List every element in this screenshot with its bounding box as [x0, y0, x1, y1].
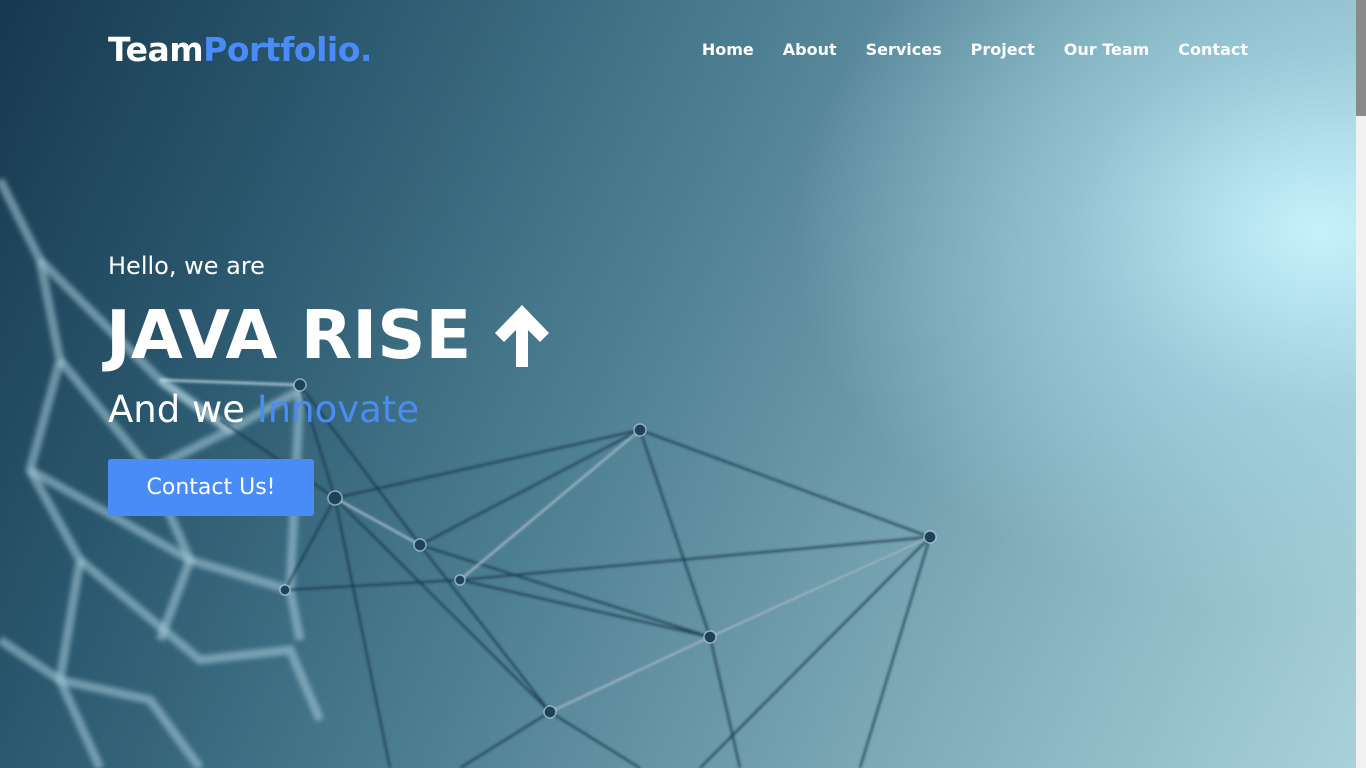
logo-main-text: Team [108, 30, 204, 69]
nav-contact-link[interactable]: Contact [1178, 40, 1248, 59]
nav-project-link[interactable]: Project [971, 40, 1035, 59]
nav-home-link[interactable]: Home [702, 40, 754, 59]
network-background-image [0, 177, 937, 768]
hero-section: TeamPortfolio. Home About Services Proje… [0, 0, 1366, 768]
hero-greeting: Hello, we are [108, 252, 265, 280]
page-scrollbar[interactable] [1356, 0, 1366, 768]
arrow-up-icon [491, 301, 553, 369]
contact-us-button[interactable]: Contact Us! [108, 459, 314, 516]
nav-our-team-link[interactable]: Our Team [1064, 40, 1150, 59]
nav-services-link[interactable]: Services [866, 40, 942, 59]
hero-headline-text: JAVA RISE [106, 296, 472, 374]
hero-tagline: And we Innovate [108, 388, 419, 431]
main-nav: Home About Services Project Our Team Con… [702, 40, 1248, 59]
site-logo[interactable]: TeamPortfolio. [108, 30, 372, 69]
tagline-accent: Innovate [256, 388, 420, 431]
nav-about-link[interactable]: About [783, 40, 837, 59]
logo-accent-text: Portfolio. [203, 30, 372, 69]
scrollbar-thumb[interactable] [1356, 0, 1366, 116]
hero-headline: JAVA RISE [106, 296, 553, 374]
tagline-prefix: And we [108, 388, 246, 431]
